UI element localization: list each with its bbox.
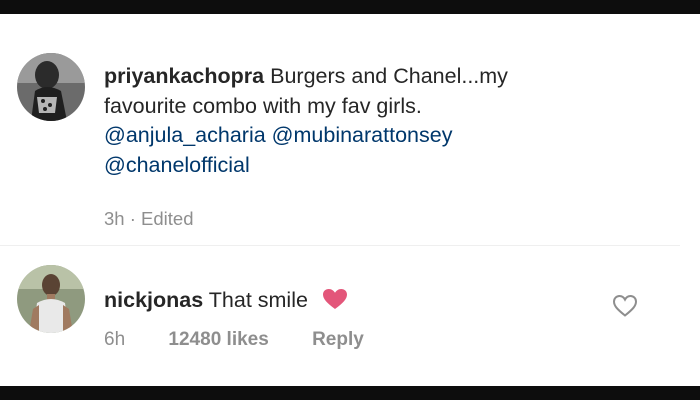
like-count[interactable]: 12480 likes xyxy=(168,329,268,350)
comment-username[interactable]: nickjonas xyxy=(104,288,203,312)
edited-label: Edited xyxy=(141,208,194,229)
avatar[interactable] xyxy=(17,265,85,333)
post-username[interactable]: priyankachopra xyxy=(104,64,264,88)
mention-link[interactable]: @mubinarattonsey xyxy=(272,123,453,147)
caption-text-line1: Burgers and Chanel...my xyxy=(270,64,508,88)
comment-text: nickjonas That smile xyxy=(104,286,348,318)
reply-button[interactable]: Reply xyxy=(312,329,364,350)
profile-photo-icon xyxy=(17,265,85,333)
caption-text-line2: favourite combo with my fav girls. xyxy=(104,93,422,118)
post-caption: priyankachopra Burgers and Chanel...my f… xyxy=(104,62,604,180)
comment-meta: 6h 12480 likes Reply xyxy=(104,329,364,351)
comments-panel: priyankachopra Burgers and Chanel...my f… xyxy=(0,14,700,386)
comment-body: That smile xyxy=(208,288,308,312)
heart-outline-icon[interactable] xyxy=(612,294,638,318)
profile-photo-icon xyxy=(17,53,85,121)
mention-link[interactable]: @chanelofficial xyxy=(104,153,250,177)
avatar[interactable] xyxy=(17,53,85,121)
post-meta: 3h · Edited xyxy=(104,208,194,230)
divider xyxy=(0,245,680,246)
meta-separator: · xyxy=(129,208,136,229)
comment-time: 6h xyxy=(104,329,126,350)
heart-emoji-icon xyxy=(322,288,348,318)
mention-link[interactable]: @anjula_acharia xyxy=(104,123,266,147)
post-time: 3h xyxy=(104,208,125,229)
